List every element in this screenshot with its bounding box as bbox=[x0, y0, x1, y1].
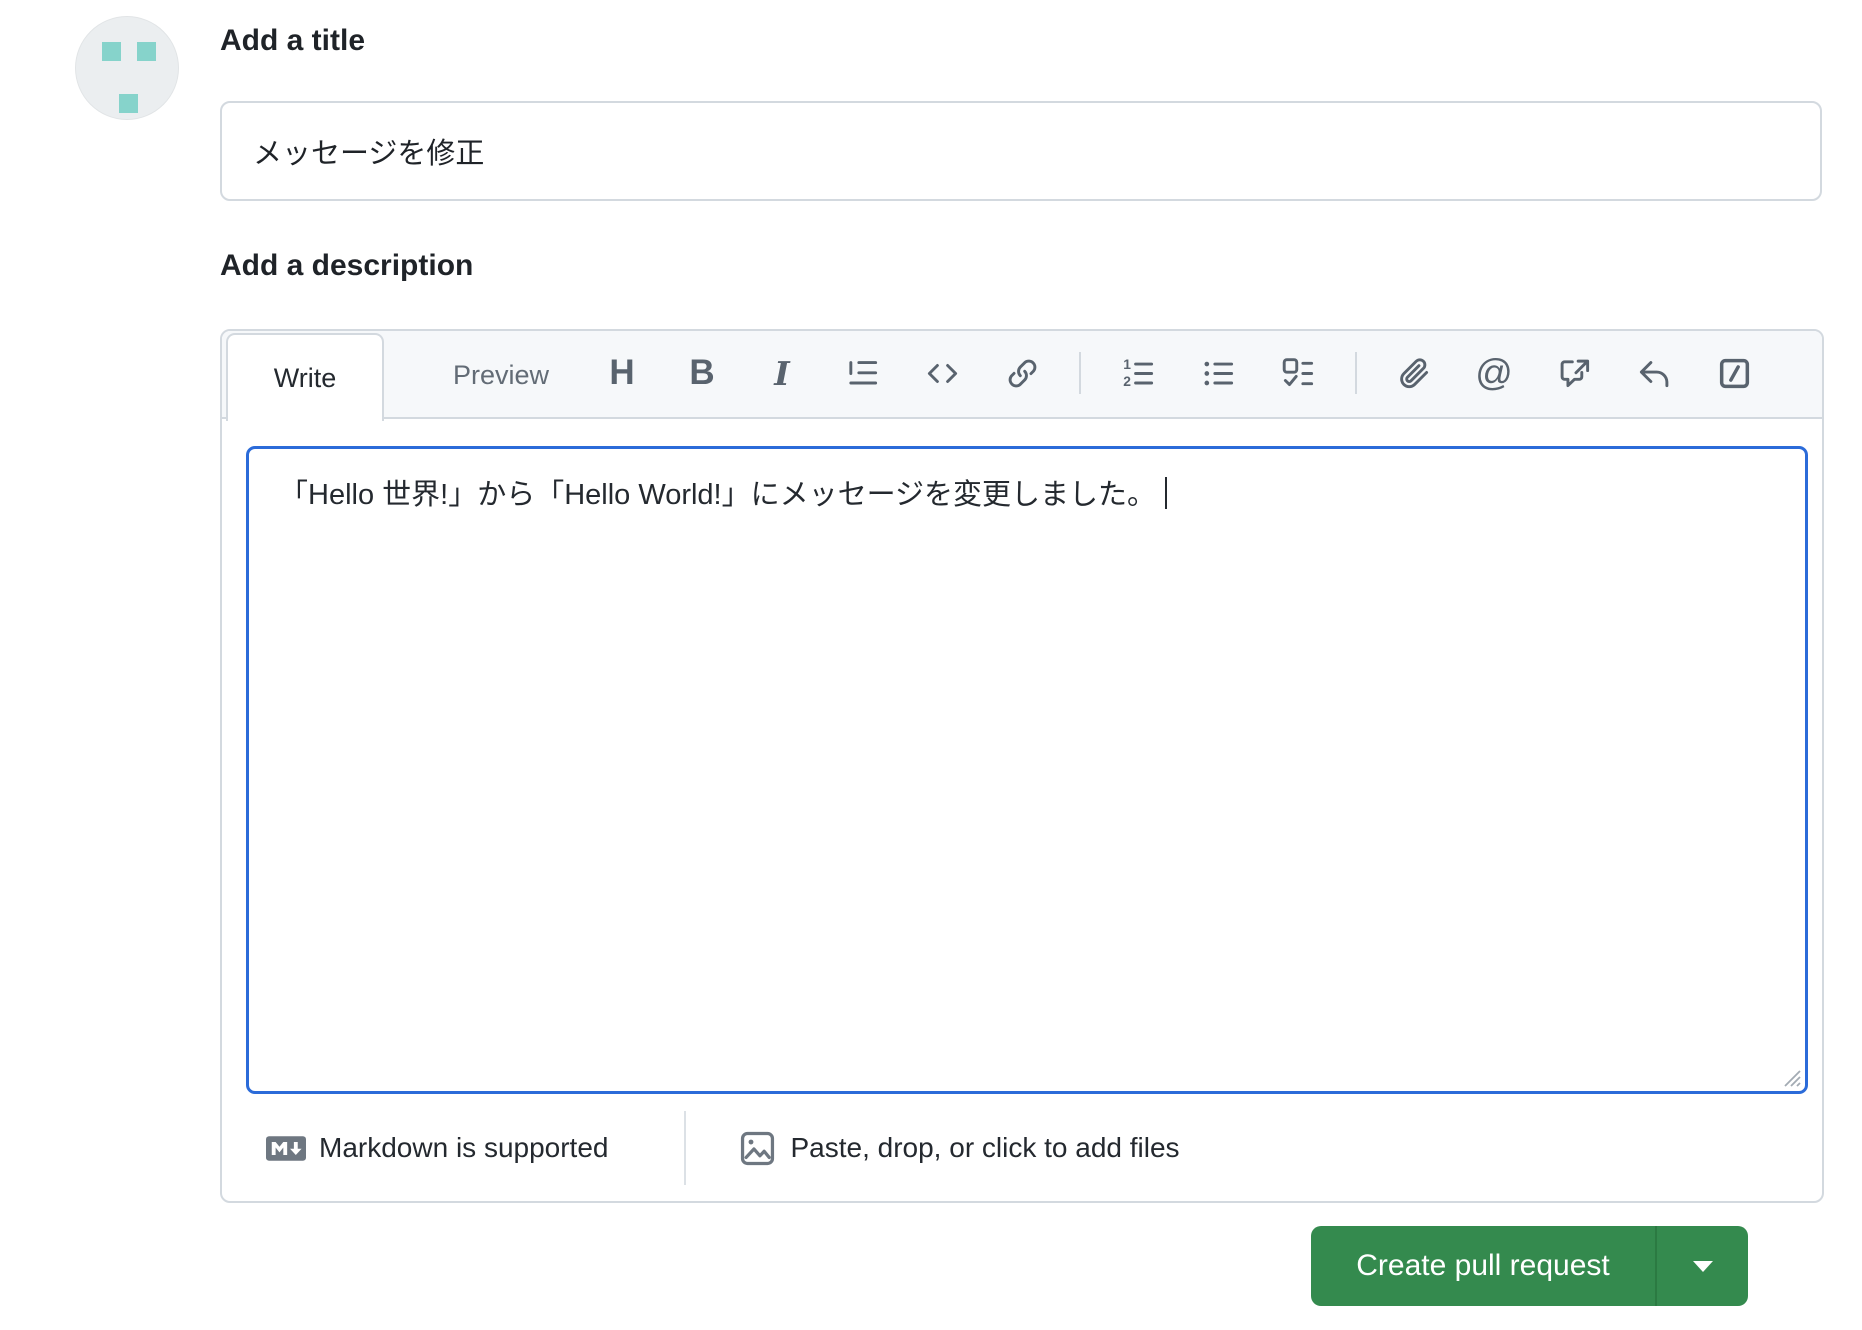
reply-icon[interactable] bbox=[1614, 342, 1694, 404]
code-icon[interactable] bbox=[902, 342, 982, 404]
editor-toolbar: H B I 12 @ bbox=[582, 331, 1812, 415]
task-list-icon[interactable] bbox=[1258, 342, 1338, 404]
avatar bbox=[75, 16, 179, 120]
editor-header: Write Preview H B I 12 @ bbox=[222, 331, 1822, 421]
bulleted-list-icon[interactable] bbox=[1178, 342, 1258, 404]
new-pull-request-form: Add a title メッセージを修正 Add a description W… bbox=[0, 0, 1862, 1330]
toolbar-divider bbox=[1079, 352, 1081, 394]
bold-icon[interactable]: B bbox=[662, 342, 742, 404]
title-input[interactable]: メッセージを修正 bbox=[220, 101, 1822, 201]
resize-handle-icon[interactable] bbox=[1778, 1064, 1802, 1088]
create-pull-request-button[interactable]: Create pull request bbox=[1311, 1226, 1655, 1306]
attach-file-icon[interactable] bbox=[1374, 342, 1454, 404]
tab-preview[interactable]: Preview bbox=[388, 333, 614, 417]
markdown-icon bbox=[266, 1135, 306, 1161]
markdown-editor: Write Preview H B I 12 @ 「Hello 世界!」から「H… bbox=[220, 329, 1824, 1203]
footer-divider bbox=[684, 1111, 687, 1185]
tab-write[interactable]: Write bbox=[226, 333, 384, 421]
cross-reference-icon[interactable] bbox=[1534, 342, 1614, 404]
svg-text:2: 2 bbox=[1123, 372, 1131, 388]
description-heading: Add a description bbox=[220, 249, 474, 282]
editor-footer: Markdown is supported Paste, drop, or cl… bbox=[222, 1095, 1822, 1201]
attach-files-button[interactable]: Paste, drop, or click to add files bbox=[790, 1132, 1179, 1164]
toolbar-divider bbox=[1355, 352, 1357, 394]
description-text: 「Hello 世界!」から「Hello World!」にメッセージを変更しました… bbox=[279, 479, 1157, 511]
numbered-list-icon[interactable]: 12 bbox=[1098, 342, 1178, 404]
svg-text:1: 1 bbox=[1123, 356, 1131, 372]
slash-command-icon[interactable] bbox=[1694, 342, 1774, 404]
link-icon[interactable] bbox=[982, 342, 1062, 404]
text-cursor bbox=[1165, 477, 1168, 509]
quote-icon[interactable] bbox=[822, 342, 902, 404]
create-pull-request-split-button: Create pull request bbox=[1311, 1226, 1748, 1306]
heading-icon[interactable]: H bbox=[582, 342, 662, 404]
pull-request-options-dropdown[interactable] bbox=[1655, 1226, 1748, 1306]
mention-icon[interactable]: @ bbox=[1454, 342, 1534, 404]
image-icon bbox=[738, 1129, 777, 1168]
markdown-hint[interactable]: Markdown is supported bbox=[319, 1132, 608, 1164]
identicon-squares bbox=[102, 42, 156, 113]
description-textarea[interactable]: 「Hello 世界!」から「Hello World!」にメッセージを変更しました… bbox=[246, 446, 1808, 1094]
chevron-down-icon bbox=[1692, 1260, 1713, 1272]
italic-icon[interactable]: I bbox=[742, 342, 822, 404]
title-heading: Add a title bbox=[220, 24, 366, 57]
